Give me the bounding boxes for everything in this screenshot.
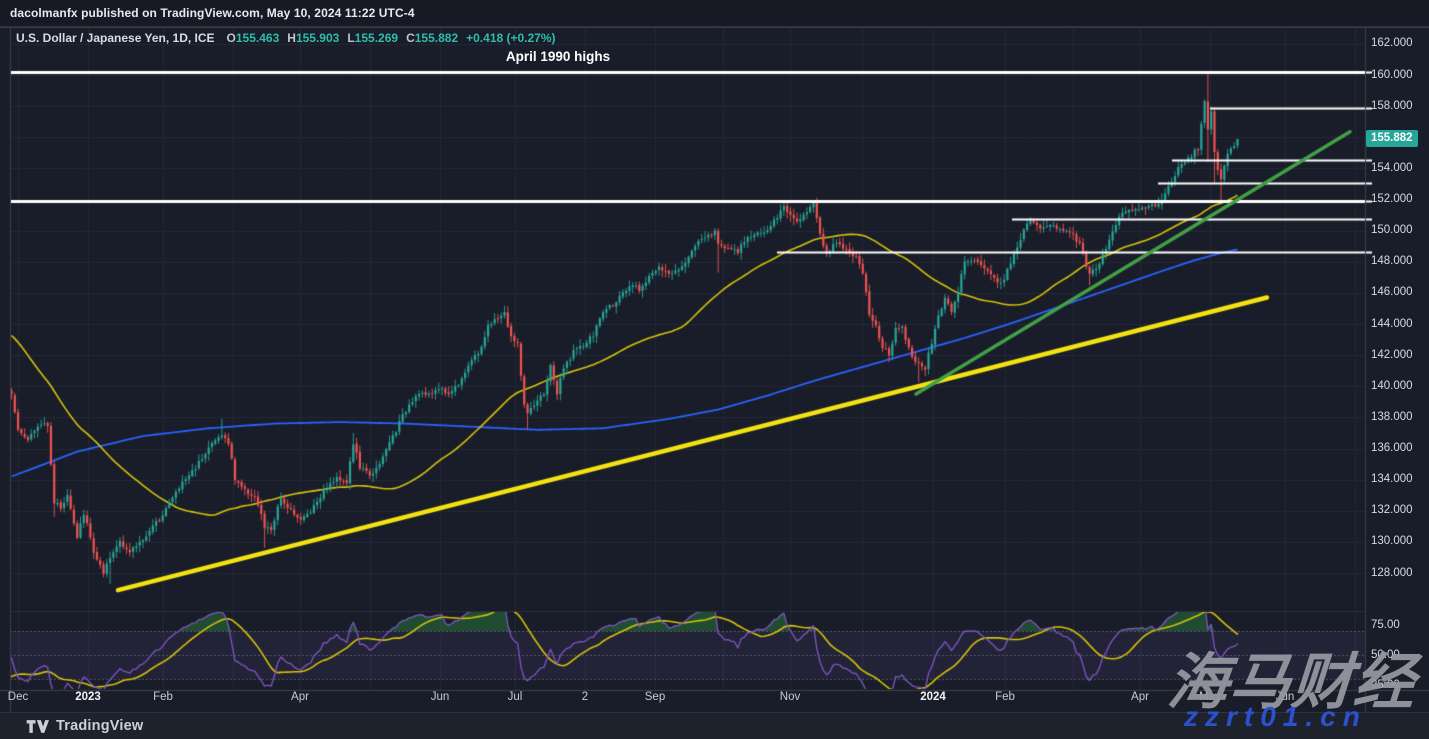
tradingview-logo[interactable]: TradingView bbox=[26, 718, 143, 734]
tradingview-published-chart: dacolmanfx published on TradingView.com,… bbox=[0, 0, 1429, 739]
symbol-title: U.S. Dollar / Japanese Yen, 1D, ICE bbox=[16, 31, 215, 45]
time-axis-label: Feb bbox=[983, 691, 1027, 703]
time-axis-label: Apr bbox=[278, 691, 322, 703]
open-label: O bbox=[227, 31, 236, 45]
publisher-text: dacolmanfx published on TradingView.com,… bbox=[10, 6, 415, 20]
open-value: 155.463 bbox=[236, 31, 279, 45]
price-axis-label: 160.000 bbox=[1371, 69, 1413, 81]
high-value: 155.903 bbox=[296, 31, 339, 45]
price-axis-label: 144.000 bbox=[1371, 318, 1413, 330]
time-axis-label: Jun bbox=[418, 691, 462, 703]
time-axis-label: Dec bbox=[0, 691, 40, 703]
annotation-april-1990-highs[interactable]: April 1990 highs bbox=[468, 49, 648, 64]
time-axis-label: Jul bbox=[493, 691, 537, 703]
time-axis-label: 2024 bbox=[911, 691, 955, 703]
change-value: +0.418 (+0.27%) bbox=[466, 31, 555, 45]
watermark-url: zzrt01.cn bbox=[1184, 701, 1367, 733]
price-axis-label: 146.000 bbox=[1371, 286, 1413, 298]
price-axis-label: 128.000 bbox=[1371, 567, 1413, 579]
price-axis-label: 150.000 bbox=[1371, 224, 1413, 236]
time-axis-label: Apr bbox=[1118, 691, 1162, 703]
price-axis-label: 152.000 bbox=[1371, 193, 1413, 205]
price-axis-label: 132.000 bbox=[1371, 504, 1413, 516]
rsi-axis-label: 75.00 bbox=[1371, 619, 1400, 631]
price-axis-label: 142.000 bbox=[1371, 349, 1413, 361]
time-axis-label: Nov bbox=[768, 691, 812, 703]
price-axis-label: 136.000 bbox=[1371, 442, 1413, 454]
tradingview-logo-text: TradingView bbox=[56, 718, 143, 734]
time-axis-label: 2023 bbox=[66, 691, 110, 703]
time-axis-label: Feb bbox=[141, 691, 185, 703]
price-axis-label: 140.000 bbox=[1371, 380, 1413, 392]
price-axis-label: 134.000 bbox=[1371, 473, 1413, 485]
price-axis-label: 148.000 bbox=[1371, 255, 1413, 267]
price-axis-label: 154.000 bbox=[1371, 162, 1413, 174]
price-chart-canvas[interactable] bbox=[0, 0, 1429, 739]
close-value: 155.882 bbox=[415, 31, 458, 45]
price-axis-label: 138.000 bbox=[1371, 411, 1413, 423]
price-axis-label: 158.000 bbox=[1371, 100, 1413, 112]
low-label: L bbox=[347, 31, 354, 45]
time-axis-label: 2 bbox=[563, 691, 607, 703]
low-value: 155.269 bbox=[355, 31, 398, 45]
last-price-badge: 155.882 bbox=[1366, 130, 1418, 147]
price-axis-label: 130.000 bbox=[1371, 535, 1413, 547]
high-label: H bbox=[287, 31, 296, 45]
tradingview-logo-icon bbox=[26, 719, 49, 734]
price-axis-label: 162.000 bbox=[1371, 37, 1413, 49]
time-axis-label: Sep bbox=[633, 691, 677, 703]
close-label: C bbox=[406, 31, 415, 45]
publisher-bar: dacolmanfx published on TradingView.com,… bbox=[0, 0, 1429, 27]
symbol-legend[interactable]: U.S. Dollar / Japanese Yen, 1D, ICEO155.… bbox=[16, 31, 556, 45]
